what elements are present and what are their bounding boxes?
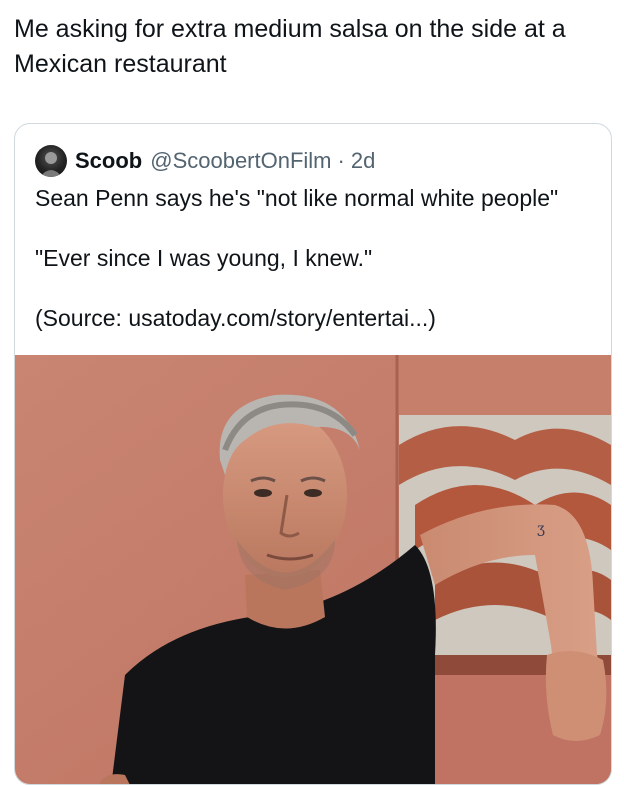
timestamp[interactable]: 2d (351, 148, 375, 174)
quoted-tweet-line: "Ever since I was young, I knew." (35, 245, 373, 271)
quoted-tweet-text: Sean Penn says he's "not like normal whi… (35, 184, 595, 364)
post-text: Me asking for extra medium salsa on the … (14, 15, 566, 78)
quoted-tweet-card[interactable]: Scoob @ScoobertOnFilm · 2d Sean Penn say… (14, 123, 612, 785)
separator-dot: · (337, 148, 345, 173)
tweet-photo[interactable]: ʒ (15, 355, 611, 784)
portrait-photo-icon: ʒ (15, 355, 611, 784)
quoted-tweet-line: (Source: usatoday.com/story/entertai...) (35, 305, 436, 331)
svg-text:ʒ: ʒ (537, 521, 545, 537)
quoted-tweet-line: Sean Penn says he's "not like normal whi… (35, 185, 559, 211)
display-name[interactable]: Scoob (75, 148, 142, 174)
avatar[interactable] (35, 145, 67, 177)
quoted-tweet-header: Scoob @ScoobertOnFilm · 2d (35, 144, 375, 178)
user-handle[interactable]: @ScoobertOnFilm (150, 148, 331, 174)
avatar-icon (40, 152, 62, 177)
